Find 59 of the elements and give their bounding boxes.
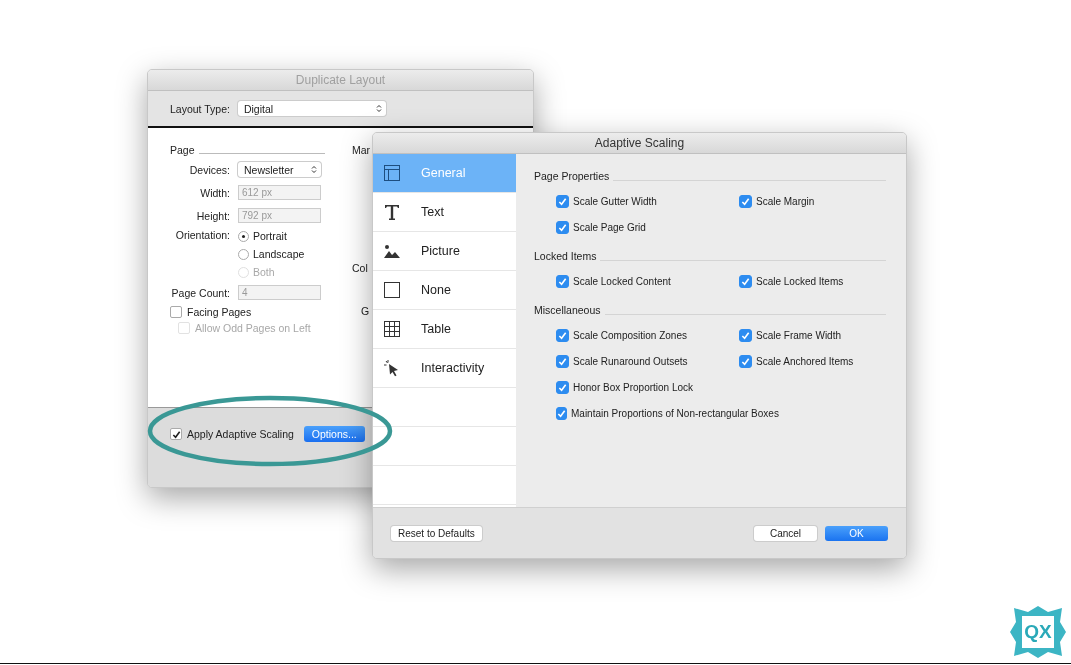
radio-button[interactable] xyxy=(238,230,249,242)
reset-button[interactable]: Reset to Defaults xyxy=(391,525,482,541)
cancel-button[interactable]: Cancel xyxy=(754,525,817,541)
section-heading: Page xyxy=(170,144,195,156)
checkbox[interactable] xyxy=(556,328,569,342)
section-heading: Locked Items xyxy=(534,250,597,262)
checkbox-label: Scale Runaround Outsets xyxy=(573,355,688,367)
window-title: Duplicate Layout xyxy=(295,73,386,87)
field-label: Mar xyxy=(352,144,371,156)
window-title: Adaptive Scaling xyxy=(594,136,685,150)
field-label: Page Count: xyxy=(170,286,230,299)
checkbox-label: Scale Margin xyxy=(756,195,815,207)
checkbox-label: Facing Pages xyxy=(187,306,252,318)
checkbox-label: Scale Locked Content xyxy=(573,275,671,287)
checkbox-label: Scale Frame Width xyxy=(756,329,842,341)
checkbox[interactable] xyxy=(739,354,752,368)
logo: QX xyxy=(1008,604,1068,660)
checkbox-label: Allow Odd Pages on Left xyxy=(195,322,311,334)
field-label: Layout Type: xyxy=(170,102,230,115)
checkbox-label: Scale Composition Zones xyxy=(573,329,687,341)
checkbox-label: Scale Page Grid xyxy=(573,221,646,233)
checkbox[interactable] xyxy=(556,194,569,208)
devices-select[interactable]: Newsletter xyxy=(238,162,321,177)
image-icon xyxy=(383,242,401,260)
stepper-icon xyxy=(311,165,317,174)
section-heading: Page Properties xyxy=(534,170,610,182)
radio-label: Landscape xyxy=(253,248,305,260)
field-label: G xyxy=(361,305,371,317)
square-icon xyxy=(383,281,401,299)
checkbox[interactable] xyxy=(739,274,752,288)
checkbox-label: Honor Box Proportion Lock xyxy=(573,381,694,393)
radio-label: Both xyxy=(253,266,275,278)
checkbox[interactable] xyxy=(556,274,569,288)
field-label: Width: xyxy=(199,186,230,199)
stepper-icon xyxy=(375,104,382,113)
checkbox-label: Scale Anchored Items xyxy=(756,355,854,367)
checkbox[interactable] xyxy=(739,194,752,208)
checkbox[interactable] xyxy=(556,380,569,394)
checkbox-label: Scale Gutter Width xyxy=(573,195,657,207)
radio-button[interactable] xyxy=(238,248,249,260)
layout-type-select[interactable]: Digital xyxy=(237,101,386,116)
checkbox-label: Apply Adaptive Scaling xyxy=(187,428,294,440)
checkbox[interactable] xyxy=(739,328,752,342)
table-icon xyxy=(383,320,401,338)
field-label: Orientation: xyxy=(174,229,230,241)
section-heading: Miscellaneous xyxy=(534,304,601,316)
text-icon xyxy=(383,203,401,221)
checkbox[interactable] xyxy=(170,428,182,440)
checkbox[interactable] xyxy=(556,406,567,420)
field-label: Devices: xyxy=(188,163,230,176)
checkbox[interactable] xyxy=(556,220,569,234)
radio-label: Portrait xyxy=(253,230,287,242)
checkbox[interactable] xyxy=(170,306,182,318)
field-label: Height: xyxy=(195,209,230,222)
field-label: Col xyxy=(352,262,369,274)
layout-icon xyxy=(383,164,401,182)
checkbox-label: Maintain Proportions of Non-rectangular Boxes xyxy=(571,407,779,419)
checkbox-label: Scale Locked Items xyxy=(756,275,844,287)
checkbox[interactable] xyxy=(556,354,569,368)
